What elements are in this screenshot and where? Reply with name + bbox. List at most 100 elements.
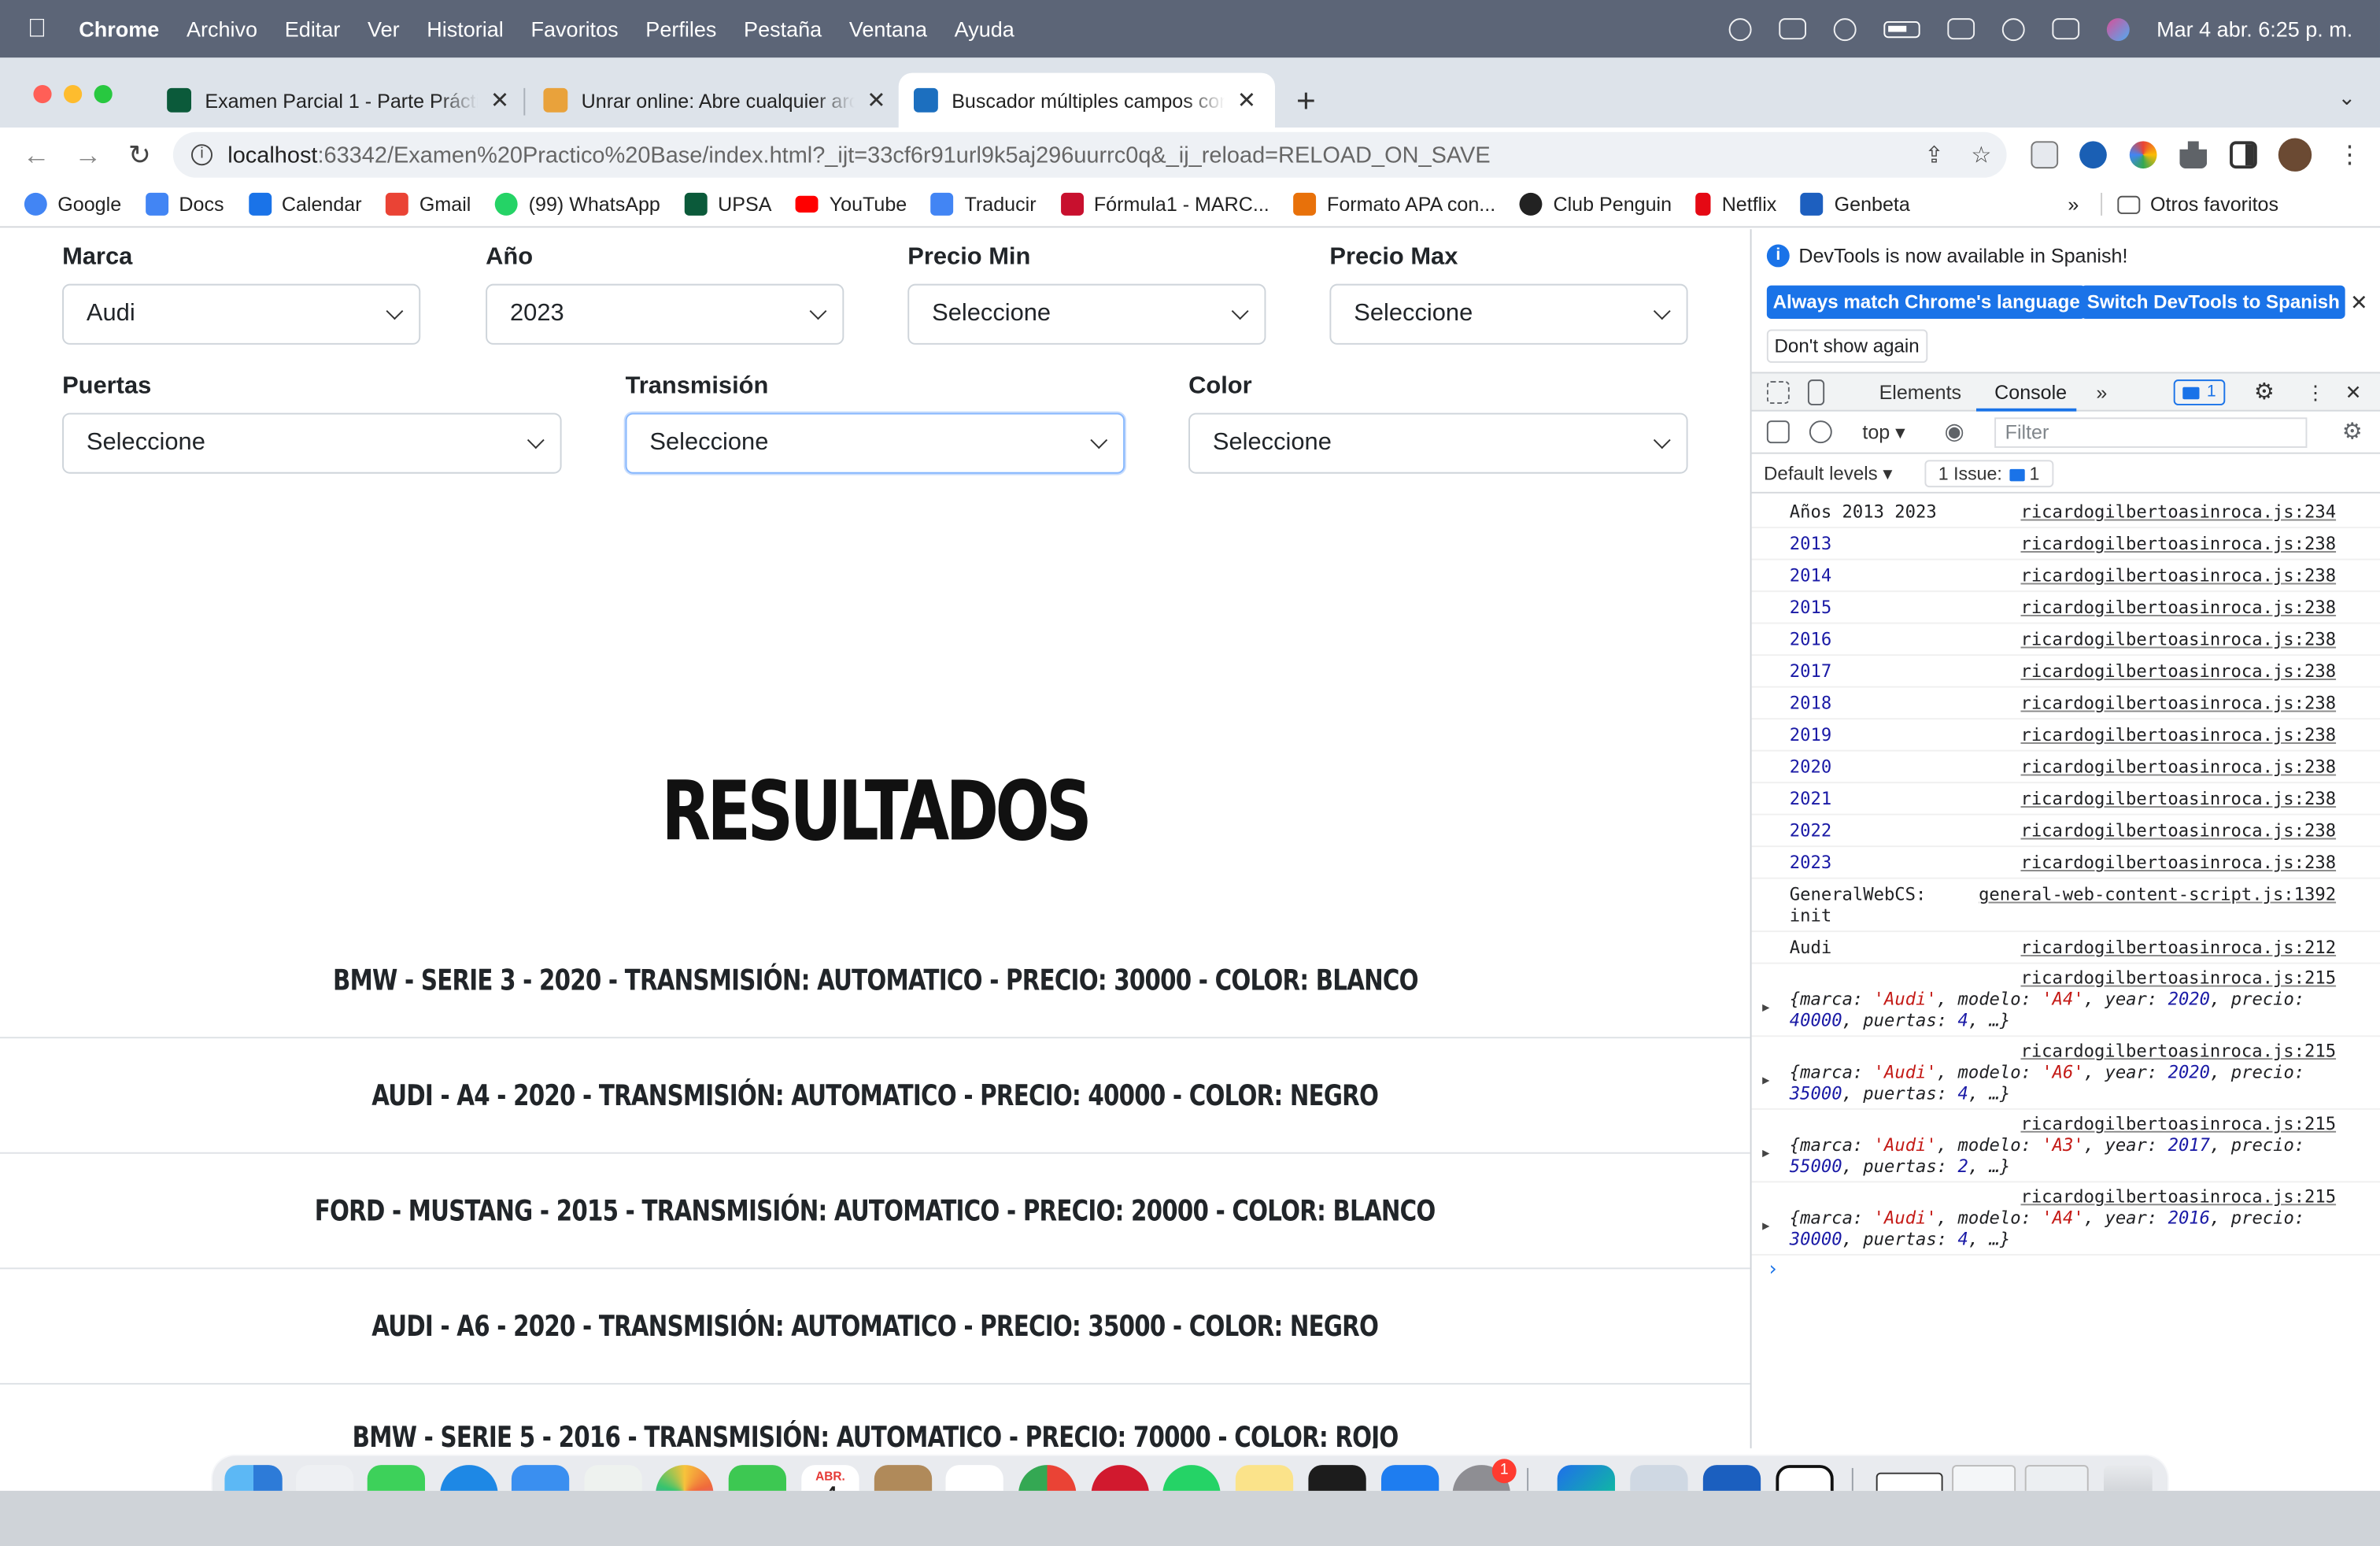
battery-icon[interactable] bbox=[1883, 20, 1920, 38]
reminders-icon[interactable] bbox=[945, 1465, 1003, 1491]
preview-icon[interactable] bbox=[1630, 1465, 1688, 1491]
trash-icon[interactable] bbox=[2103, 1465, 2153, 1491]
log-source-link[interactable]: ricardogilbertoasinroca.js:212 bbox=[2020, 937, 2336, 958]
tab-buscador[interactable]: Buscador múltiples campos con ✕ bbox=[898, 72, 1275, 128]
tab-unrar[interactable]: Unrar online: Abre cualquier archivo ✕ bbox=[528, 73, 901, 128]
devtools-settings-gear-icon[interactable]: ⚙ bbox=[2254, 378, 2275, 405]
menu-ver[interactable]: Ver bbox=[368, 17, 400, 41]
select-transmision[interactable]: Seleccione bbox=[625, 412, 1125, 474]
bookmark-other-favorites[interactable]: Otros favoritos bbox=[2100, 192, 2278, 216]
console-object-row[interactable]: ricardogilbertoasinroca.js:215 ▶ {marca: … bbox=[1751, 1110, 2380, 1183]
log-source-link[interactable]: ricardogilbertoasinroca.js:238 bbox=[2020, 660, 2336, 682]
switch-devtools-spanish-button[interactable]: Switch DevTools to Spanish bbox=[2081, 285, 2346, 319]
bookmark-whatsapp[interactable]: (99) WhatsApp bbox=[495, 192, 660, 216]
bookmark-upsa[interactable]: UPSA bbox=[684, 192, 771, 216]
minimize-window-button[interactable] bbox=[63, 84, 83, 104]
whatsapp-app-icon[interactable] bbox=[1162, 1465, 1221, 1491]
close-notice-icon[interactable]: ✕ bbox=[2350, 290, 2368, 316]
log-source-link[interactable]: general-web-content-script.js:1392 bbox=[1979, 883, 2336, 904]
opera-icon[interactable] bbox=[1091, 1465, 1149, 1491]
spotlight-search-icon[interactable] bbox=[2001, 17, 2025, 41]
profile-avatar[interactable] bbox=[2278, 138, 2312, 172]
menu-historial[interactable]: Historial bbox=[427, 17, 504, 41]
expand-triangle-icon[interactable]: ▶ bbox=[1762, 1000, 1769, 1014]
bookmark-formato-apa[interactable]: Formato APA con... bbox=[1293, 192, 1495, 216]
siri-icon[interactable] bbox=[2106, 17, 2130, 41]
new-tab-plus-icon[interactable]: + bbox=[1296, 82, 1316, 121]
log-source-link[interactable]: ricardogilbertoasinroca.js:238 bbox=[2020, 756, 2336, 777]
menu-clock[interactable]: Mar 4 abr. 6:25 p. m. bbox=[2156, 17, 2352, 41]
time-machine-icon[interactable] bbox=[1833, 17, 1857, 41]
cast-extension-icon[interactable] bbox=[2031, 141, 2059, 169]
select-marca[interactable]: Audi bbox=[62, 283, 421, 345]
system-settings-icon[interactable]: 1 bbox=[1452, 1459, 1517, 1491]
extension-shield-icon[interactable] bbox=[2079, 141, 2107, 169]
menu-app-name[interactable]: Chrome bbox=[79, 17, 159, 41]
inspect-element-icon[interactable] bbox=[1766, 381, 1790, 404]
finder-icon[interactable] bbox=[224, 1465, 283, 1491]
chrome-icon[interactable] bbox=[1018, 1465, 1077, 1491]
bookmark-docs[interactable]: Docs bbox=[145, 192, 224, 216]
select-color[interactable]: Seleccione bbox=[1188, 412, 1688, 474]
live-expression-eye-icon[interactable]: ◉ bbox=[1944, 417, 1964, 445]
apple-icon[interactable]:  bbox=[28, 13, 58, 44]
bookmark-google[interactable]: Google bbox=[24, 192, 121, 216]
expand-triangle-icon[interactable]: ▶ bbox=[1762, 1219, 1769, 1233]
airdrop-icon[interactable] bbox=[1728, 17, 1752, 41]
calendar-app-icon[interactable]: ABR.4 bbox=[801, 1465, 859, 1491]
bookmarks-overflow-chevron-icon[interactable]: » bbox=[2068, 193, 2079, 216]
app-store-icon[interactable] bbox=[1380, 1465, 1439, 1491]
select-precio-max[interactable]: Seleccione bbox=[1329, 283, 1688, 345]
notes-icon[interactable] bbox=[1235, 1465, 1294, 1491]
menu-favoritos[interactable]: Favoritos bbox=[531, 17, 619, 41]
tab-search-chevron-icon[interactable]: ⌄ bbox=[2338, 85, 2356, 111]
tab-examen[interactable]: Examen Parcial 1 - Parte Práctica ✕ bbox=[152, 73, 525, 128]
bookmark-traducir[interactable]: Traducir bbox=[931, 192, 1037, 216]
facetime-icon[interactable] bbox=[728, 1465, 786, 1491]
dont-show-again-button[interactable]: Don't show again bbox=[1766, 329, 1927, 363]
context-selector[interactable]: top ▾ bbox=[1862, 420, 1905, 445]
log-source-link[interactable]: ricardogilbertoasinroca.js:215 bbox=[2020, 1113, 2336, 1134]
forward-arrow-icon[interactable]: → bbox=[73, 139, 104, 170]
contacts-icon[interactable] bbox=[874, 1465, 933, 1491]
select-puertas[interactable]: Seleccione bbox=[62, 412, 562, 474]
menu-ayuda[interactable]: Ayuda bbox=[955, 17, 1014, 41]
console-prompt-row[interactable]: › bbox=[1752, 1256, 2380, 1289]
side-panel-icon[interactable] bbox=[2230, 141, 2257, 169]
bookmark-club-penguin[interactable]: Club Penguin bbox=[1520, 192, 1672, 216]
bookmark-calendar[interactable]: Calendar bbox=[248, 192, 362, 216]
webstorm-icon[interactable] bbox=[1557, 1465, 1615, 1491]
log-source-link[interactable]: ricardogilbertoasinroca.js:238 bbox=[2020, 692, 2336, 713]
launchpad-icon[interactable] bbox=[296, 1465, 354, 1491]
log-source-link[interactable]: ricardogilbertoasinroca.js:238 bbox=[2020, 628, 2336, 649]
more-tabs-chevron-icon[interactable]: » bbox=[2096, 381, 2107, 404]
screen-mirroring-icon[interactable] bbox=[1947, 18, 1975, 40]
console-object-row[interactable]: ricardogilbertoasinroca.js:215 ▶ {marca: … bbox=[1751, 1182, 2380, 1256]
graduation-cap-icon[interactable] bbox=[1778, 18, 1806, 40]
issues-button[interactable]: 1 Issue: 1 bbox=[1924, 460, 2053, 488]
control-center-icon[interactable] bbox=[2052, 18, 2079, 40]
log-source-link[interactable]: ricardogilbertoasinroca.js:215 bbox=[2020, 967, 2336, 988]
close-devtools-icon[interactable]: ✕ bbox=[2345, 381, 2362, 405]
expand-triangle-icon[interactable]: ▶ bbox=[1762, 1146, 1769, 1160]
log-source-link[interactable]: ricardogilbertoasinroca.js:215 bbox=[2020, 1185, 2336, 1207]
notion-icon[interactable] bbox=[1776, 1465, 1834, 1491]
menu-perfiles[interactable]: Perfiles bbox=[645, 17, 716, 41]
bookmark-genbeta[interactable]: Genbeta bbox=[1801, 192, 1910, 216]
console-settings-gear-icon[interactable]: ⚙ bbox=[2342, 417, 2363, 445]
devtools-kebab-icon[interactable]: ⋮ bbox=[2305, 381, 2325, 405]
close-window-button[interactable] bbox=[33, 84, 52, 104]
bookmark-star-icon[interactable]: ☆ bbox=[1971, 141, 1991, 168]
log-source-link[interactable]: ricardogilbertoasinroca.js:238 bbox=[2020, 533, 2336, 554]
device-toolbar-icon[interactable] bbox=[1807, 379, 1825, 405]
share-icon[interactable]: ⇪ bbox=[1924, 141, 1943, 168]
messages-icon[interactable] bbox=[367, 1465, 425, 1491]
console-object-row[interactable]: ricardogilbertoasinroca.js:215 ▶ {marca: … bbox=[1751, 964, 2380, 1037]
terminal-icon[interactable] bbox=[1308, 1465, 1366, 1491]
minimized-window-thumbnail[interactable] bbox=[2024, 1465, 2089, 1491]
word-icon[interactable] bbox=[1702, 1465, 1761, 1491]
maps-icon[interactable] bbox=[584, 1465, 642, 1491]
clear-console-icon[interactable] bbox=[1809, 420, 1832, 444]
expand-triangle-icon[interactable]: ▶ bbox=[1762, 1073, 1769, 1086]
log-source-link[interactable]: ricardogilbertoasinroca.js:238 bbox=[2020, 819, 2336, 841]
